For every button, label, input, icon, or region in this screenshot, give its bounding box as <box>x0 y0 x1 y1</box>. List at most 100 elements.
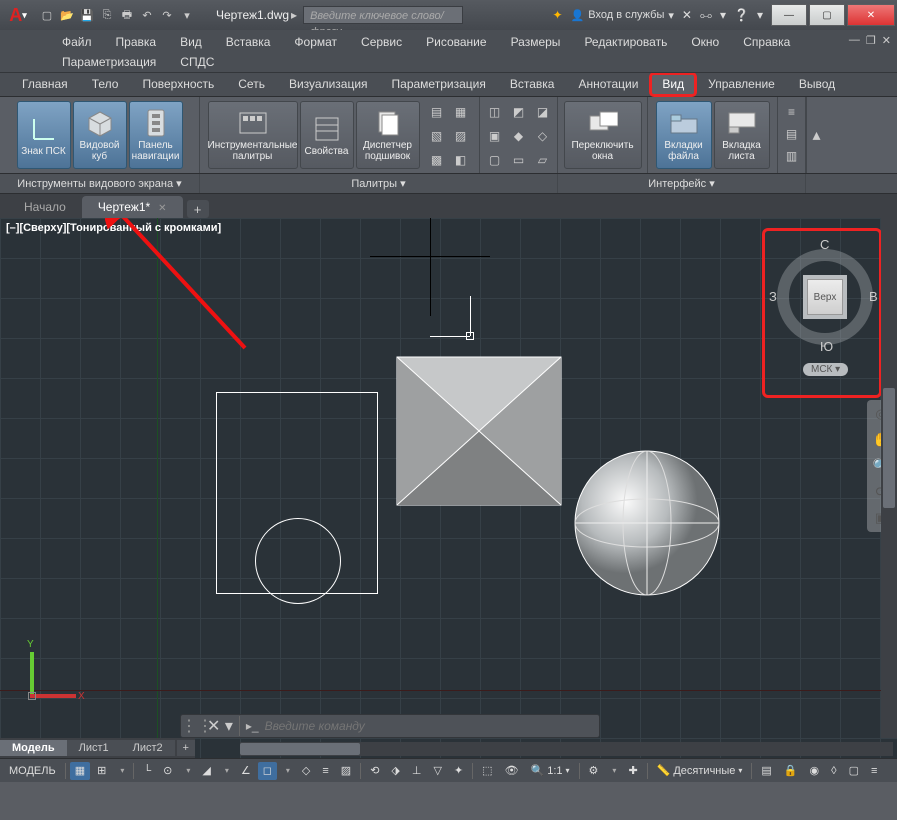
status-hw-icon[interactable]: ◉ <box>805 762 825 780</box>
navbar-button[interactable]: Панель навигации <box>129 101 183 169</box>
status-ws-dd[interactable] <box>605 762 621 780</box>
viewcube-coord-system[interactable]: МСК ▾ <box>803 363 848 376</box>
menu-edit[interactable]: Правка <box>104 32 169 52</box>
doc-restore[interactable]: ❐ <box>866 34 876 47</box>
status-scale[interactable]: 🔍1:1▾ <box>526 762 575 780</box>
filetab-add-button[interactable]: + <box>187 200 209 218</box>
status-transparency-icon[interactable]: ▨ <box>336 762 356 780</box>
tab-mesh[interactable]: Сеть <box>226 73 277 96</box>
sm-palette-6[interactable]: ◧ <box>450 149 472 171</box>
status-grid-icon[interactable]: ▦ <box>70 762 90 780</box>
sm-misc-4[interactable]: ▣ <box>484 125 506 147</box>
sm-misc-3[interactable]: ◪ <box>532 101 554 123</box>
qat-save-icon[interactable]: 💾 <box>78 6 96 24</box>
qat-new-icon[interactable]: ▢ <box>38 6 56 24</box>
ribbon-collapse-button[interactable]: ▴ <box>806 97 826 173</box>
sm-misc-7[interactable]: ▢ <box>484 149 506 171</box>
viewcube[interactable]: Верх <box>807 279 843 315</box>
layout-tab-1[interactable]: Лист1 <box>67 740 121 756</box>
panel-title-viewport[interactable]: Инструменты видового экрана ▾ <box>0 174 200 193</box>
title-dropdown-icon[interactable]: ▸ <box>291 8 297 22</box>
status-clean-icon[interactable]: ▢ <box>844 762 864 780</box>
tab-view[interactable]: Вид <box>650 73 696 96</box>
vertical-scrollbar[interactable] <box>881 218 897 738</box>
menu-parametric[interactable]: Параметризация <box>50 52 168 72</box>
menu-service[interactable]: Сервис <box>349 32 414 52</box>
status-units[interactable]: 📏Десятичные▾ <box>652 762 748 780</box>
drawn-circle[interactable] <box>255 518 341 604</box>
sheetset-button[interactable]: Диспетчер подшивок <box>356 101 420 169</box>
qat-print-icon[interactable]: 🖶 <box>118 6 136 24</box>
viewport-label[interactable]: [–][Сверху][Тонированный с кромками] <box>6 222 221 234</box>
drawn-sphere[interactable] <box>574 450 720 596</box>
sm-iface-1[interactable]: ≡ <box>781 101 803 123</box>
close-button[interactable]: ✕ <box>847 4 895 26</box>
compass-w[interactable]: З <box>769 289 777 304</box>
status-cycle-icon[interactable]: ⟲ <box>365 762 384 780</box>
status-3dosnap-icon[interactable]: ◇ <box>297 762 315 780</box>
status-iso-dd[interactable] <box>218 762 234 780</box>
filetab-start[interactable]: Начало <box>8 196 82 218</box>
layout-tab-2[interactable]: Лист2 <box>121 740 175 756</box>
status-snap-dd[interactable] <box>113 762 129 780</box>
status-lwt-icon[interactable]: ≡ <box>317 762 333 780</box>
tool-palettes-button[interactable]: Инструментальные палитры <box>208 101 298 169</box>
menu-modify[interactable]: Редактировать <box>572 32 679 52</box>
help-dd-icon[interactable]: ▾ <box>757 8 763 22</box>
menu-dimensions[interactable]: Размеры <box>499 32 573 52</box>
viewcube-button[interactable]: Видовой куб <box>73 101 127 169</box>
filetab-close-icon[interactable]: ✕ <box>158 203 166 214</box>
status-iso-icon[interactable]: ◢ <box>197 762 215 780</box>
tab-surface[interactable]: Поверхность <box>130 73 226 96</box>
qat-open-icon[interactable]: 📂 <box>58 6 76 24</box>
sm-iface-2[interactable]: ▤ <box>781 123 803 145</box>
command-line[interactable]: ⋮⋮ ✕ ▾ ▸_ <box>180 714 600 738</box>
doc-minimize[interactable]: ― <box>849 34 860 47</box>
status-osnap-dd[interactable] <box>279 762 295 780</box>
status-polar-dd[interactable] <box>179 762 195 780</box>
status-osnap-icon[interactable]: ◻ <box>258 762 277 780</box>
file-tabs-button[interactable]: Вкладки файла <box>656 101 712 169</box>
sm-iface-3[interactable]: ▥ <box>781 145 803 167</box>
sm-palette-3[interactable]: ▧ <box>426 125 448 147</box>
switch-windows-button[interactable]: Переключить окна <box>564 101 642 169</box>
command-input[interactable] <box>265 719 525 733</box>
status-customize-icon[interactable]: ≡ <box>866 762 882 780</box>
signin-button[interactable]: 👤Вход в службы▾ <box>571 9 674 22</box>
doc-close[interactable]: ✕ <box>882 34 891 47</box>
tab-manage[interactable]: Управление <box>696 73 787 96</box>
status-snap-icon[interactable]: ⊞ <box>92 762 111 780</box>
sm-misc-8[interactable]: ▭ <box>508 149 530 171</box>
cmdline-grip-icon[interactable]: ⋮⋮ <box>181 716 201 736</box>
menu-draw[interactable]: Рисование <box>414 32 498 52</box>
panel-title-palettes[interactable]: Палитры ▾ <box>200 174 558 193</box>
status-ws-icon[interactable]: ⚙ <box>584 762 604 780</box>
compass-n[interactable]: С <box>820 237 829 252</box>
status-annovisibility-icon[interactable]: 👁 <box>500 762 524 780</box>
qat-redo-icon[interactable]: ↷ <box>158 6 176 24</box>
tab-visualize[interactable]: Визуализация <box>277 73 380 96</box>
help-icon[interactable]: ❔ <box>734 8 749 22</box>
status-dynucs-icon[interactable]: ⊥ <box>407 762 427 780</box>
menu-insert[interactable]: Вставка <box>214 32 283 52</box>
app-logo[interactable]: A▾ <box>4 4 32 26</box>
status-qp-icon[interactable]: ▤ <box>756 762 776 780</box>
layout-tab-add[interactable]: + <box>177 740 195 756</box>
sm-palette-2[interactable]: ▦ <box>450 101 472 123</box>
sm-misc-5[interactable]: ◆ <box>508 125 530 147</box>
layout-tabs-button[interactable]: Вкладка листа <box>714 101 770 169</box>
status-polar-icon[interactable]: ⊙ <box>158 762 177 780</box>
tab-output[interactable]: Вывод <box>787 73 847 96</box>
menu-spds[interactable]: СПДС <box>168 52 226 72</box>
qat-dropdown-icon[interactable]: ▾ <box>178 6 196 24</box>
status-otrack-icon[interactable]: ∠ <box>236 762 256 780</box>
help-dropdown[interactable]: ▾ <box>720 8 726 22</box>
search-box[interactable]: Введите ключевое слово/фразу <box>303 6 463 24</box>
status-3d-icon[interactable]: ⬗ <box>386 762 404 780</box>
tab-insert[interactable]: Вставка <box>498 73 567 96</box>
sm-misc-9[interactable]: ▱ <box>532 149 554 171</box>
ucs-icon-button[interactable]: Знак ПСК <box>17 101 71 169</box>
sm-misc-2[interactable]: ◩ <box>508 101 530 123</box>
sm-misc-1[interactable]: ◫ <box>484 101 506 123</box>
panel-title-interface[interactable]: Интерфейс ▾ <box>558 174 806 193</box>
